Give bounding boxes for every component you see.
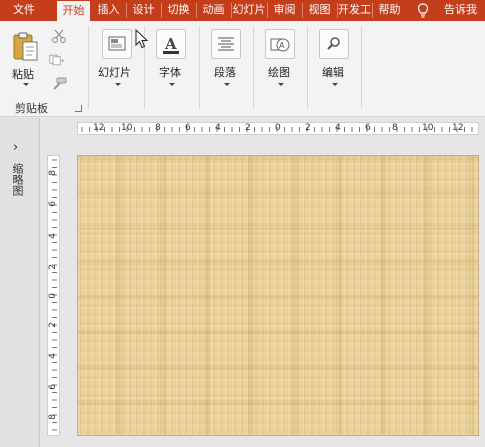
slides-label: 幻灯片	[98, 66, 131, 79]
drawing-button[interactable]: A 绘图	[259, 29, 301, 93]
tab-file[interactable]: 文件	[0, 0, 48, 21]
chevron-down-icon	[224, 83, 230, 86]
ruler-label: 6	[48, 201, 58, 207]
ruler-label: 12	[452, 123, 464, 133]
tab-review[interactable]: 审阅	[268, 0, 301, 21]
ruler-label: 8	[48, 170, 58, 176]
paragraph-label: 段落	[214, 66, 236, 79]
dialog-launcher-icon[interactable]	[75, 105, 82, 112]
ruler-label: 4	[335, 123, 341, 133]
font-icon: A	[156, 29, 186, 59]
chevron-down-icon	[278, 83, 284, 86]
slides-button[interactable]: 幻灯片	[96, 29, 138, 93]
paste-label: 粘贴	[12, 68, 34, 81]
ruler-label: 12	[93, 123, 105, 133]
ruler-label: 0	[275, 123, 281, 133]
tell-me-search[interactable]: 告诉我	[444, 0, 477, 21]
ribbon-tab-bar: 文件 开始 插入 设计 切换 动画 幻灯片 审阅 视图 开发工 帮助 告诉我	[0, 0, 485, 21]
thumbnail-pane-label: 缩略图	[11, 163, 24, 196]
ruler-label: 10	[422, 123, 434, 133]
new-slide-icon	[102, 29, 132, 59]
chevron-down-icon	[115, 83, 121, 86]
vertical-ruler: 8 6 4 2 0 2 4 6 8	[47, 155, 60, 436]
horizontal-ruler: 12 10 8 6 4 2 0 2 4 6 8 10 12	[77, 122, 479, 135]
ruler-label: 2	[305, 123, 311, 133]
paragraph-icon	[211, 29, 241, 59]
clipboard-group-label: 剪贴板	[15, 102, 48, 115]
cut-icon[interactable]	[51, 29, 67, 43]
copy-icon[interactable]	[49, 53, 65, 67]
tab-design[interactable]: 设计	[127, 0, 160, 21]
ruler-label: 6	[365, 123, 371, 133]
paste-button[interactable]: 粘贴	[8, 29, 44, 89]
font-label: 字体	[159, 66, 181, 79]
tab-animations[interactable]: 动画	[197, 0, 230, 21]
shapes-icon: A	[265, 29, 295, 59]
ribbon-home: 粘贴 剪贴板 幻灯片 A 字体 段落 A 绘图 编辑	[0, 21, 485, 117]
ruler-label: 2	[245, 123, 251, 133]
ruler-label: 6	[48, 384, 58, 390]
drawing-label: 绘图	[268, 66, 290, 79]
expand-chevron-icon[interactable]: ›	[13, 140, 18, 155]
search-icon	[319, 29, 349, 59]
ruler-label: 8	[392, 123, 398, 133]
ruler-label: 4	[48, 233, 58, 239]
font-button[interactable]: A 字体	[150, 29, 192, 93]
ruler-label: 4	[48, 353, 58, 359]
mouse-pointer-icon	[135, 29, 149, 49]
ruler-label: 8	[48, 414, 58, 420]
ruler-label: 2	[48, 322, 58, 328]
svg-text:A: A	[164, 35, 177, 53]
tab-view[interactable]: 视图	[303, 0, 336, 21]
tab-help[interactable]: 帮助	[373, 0, 406, 21]
format-painter-icon[interactable]	[51, 77, 67, 91]
tab-insert[interactable]: 插入	[92, 0, 125, 21]
thumbnail-pane[interactable]: › 缩略图	[0, 118, 40, 447]
paste-icon	[13, 32, 38, 61]
ruler-label: 0	[48, 293, 58, 299]
svg-text:A: A	[279, 41, 285, 50]
tab-slideshow[interactable]: 幻灯片	[232, 0, 266, 21]
editing-button[interactable]: 编辑	[313, 29, 355, 93]
tab-transitions[interactable]: 切换	[162, 0, 195, 21]
paragraph-button[interactable]: 段落	[205, 29, 247, 93]
lightbulb-icon[interactable]	[415, 2, 431, 19]
ruler-label: 10	[121, 123, 133, 133]
ruler-label: 4	[215, 123, 221, 133]
tab-home[interactable]: 开始	[57, 1, 90, 21]
ruler-label: 2	[48, 264, 58, 270]
ruler-label: 6	[185, 123, 191, 133]
tab-developer[interactable]: 开发工	[338, 0, 371, 21]
slide-canvas[interactable]	[77, 155, 479, 436]
chevron-down-icon	[23, 83, 29, 86]
ruler-label: 8	[155, 123, 161, 133]
editing-label: 编辑	[322, 66, 344, 79]
chevron-down-icon	[169, 83, 175, 86]
chevron-down-icon	[332, 83, 338, 86]
